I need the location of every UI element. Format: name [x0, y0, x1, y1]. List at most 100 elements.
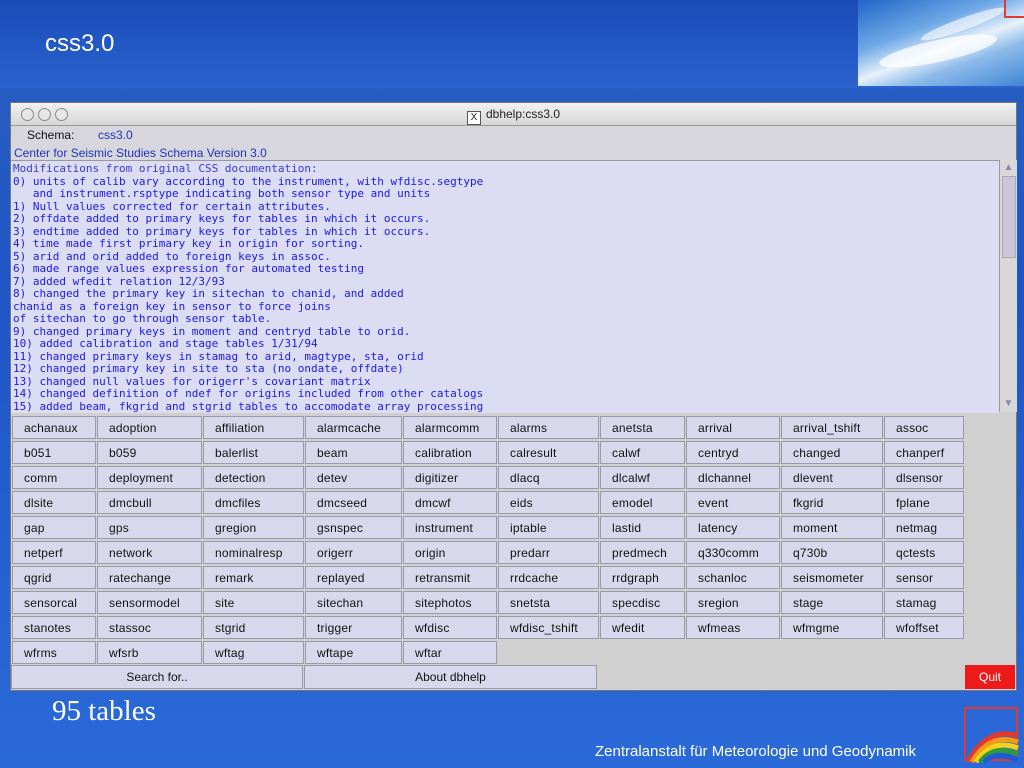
table-button-qgrid[interactable]: qgrid: [12, 566, 96, 589]
table-button-affiliation[interactable]: affiliation: [203, 416, 304, 439]
table-button-deployment[interactable]: deployment: [97, 466, 202, 489]
table-button-detev[interactable]: detev: [305, 466, 402, 489]
about-button[interactable]: About dbhelp: [304, 665, 597, 689]
table-button-nominalresp[interactable]: nominalresp: [203, 541, 304, 564]
table-button-alarmcomm[interactable]: alarmcomm: [403, 416, 497, 439]
table-button-gps[interactable]: gps: [97, 516, 202, 539]
table-button-trigger[interactable]: trigger: [305, 616, 402, 639]
table-button-wfsrb[interactable]: wfsrb: [97, 641, 202, 664]
table-button-sensormodel[interactable]: sensormodel: [97, 591, 202, 614]
table-button-calwf[interactable]: calwf: [600, 441, 685, 464]
table-button-instrument[interactable]: instrument: [403, 516, 497, 539]
table-button-replayed[interactable]: replayed: [305, 566, 402, 589]
search-button[interactable]: Search for..: [11, 665, 303, 689]
table-button-wfmgme[interactable]: wfmgme: [781, 616, 883, 639]
table-button-event[interactable]: event: [686, 491, 780, 514]
table-button-dlcalwf[interactable]: dlcalwf: [600, 466, 685, 489]
table-button-wfoffset[interactable]: wfoffset: [884, 616, 964, 639]
table-button-stassoc[interactable]: stassoc: [97, 616, 202, 639]
table-button-alarms[interactable]: alarms: [498, 416, 599, 439]
table-button-gap[interactable]: gap: [12, 516, 96, 539]
table-button-origerr[interactable]: origerr: [305, 541, 402, 564]
table-button-stanotes[interactable]: stanotes: [12, 616, 96, 639]
quit-button[interactable]: Quit: [965, 665, 1015, 689]
table-button-q730b[interactable]: q730b: [781, 541, 883, 564]
table-button-dmcbull[interactable]: dmcbull: [97, 491, 202, 514]
table-button-sensor[interactable]: sensor: [884, 566, 964, 589]
table-button-origin[interactable]: origin: [403, 541, 497, 564]
table-button-dlevent[interactable]: dlevent: [781, 466, 883, 489]
table-button-dmcwf[interactable]: dmcwf: [403, 491, 497, 514]
table-button-comm[interactable]: comm: [12, 466, 96, 489]
table-button-site[interactable]: site: [203, 591, 304, 614]
table-button-wfedit[interactable]: wfedit: [600, 616, 685, 639]
table-button-gregion[interactable]: gregion: [203, 516, 304, 539]
table-button-snetsta[interactable]: snetsta: [498, 591, 599, 614]
table-button-sitechan[interactable]: sitechan: [305, 591, 402, 614]
table-button-qctests[interactable]: qctests: [884, 541, 964, 564]
scroll-down-arrow-icon[interactable]: ▼: [1001, 397, 1016, 411]
table-button-detection[interactable]: detection: [203, 466, 304, 489]
table-button-fkgrid[interactable]: fkgrid: [781, 491, 883, 514]
table-button-emodel[interactable]: emodel: [600, 491, 685, 514]
table-button-dlsite[interactable]: dlsite: [12, 491, 96, 514]
table-button-beam[interactable]: beam: [305, 441, 402, 464]
table-button-wftar[interactable]: wftar: [403, 641, 497, 664]
table-button-rrdcache[interactable]: rrdcache: [498, 566, 599, 589]
table-button-centryd[interactable]: centryd: [686, 441, 780, 464]
table-button-specdisc[interactable]: specdisc: [600, 591, 685, 614]
scroll-up-arrow-icon[interactable]: ▲: [1001, 161, 1016, 175]
table-button-wfrms[interactable]: wfrms: [12, 641, 96, 664]
table-button-stage[interactable]: stage: [781, 591, 883, 614]
table-button-lastid[interactable]: lastid: [600, 516, 685, 539]
table-button-wfdisc[interactable]: wfdisc: [403, 616, 497, 639]
table-button-latency[interactable]: latency: [686, 516, 780, 539]
table-button-sregion[interactable]: sregion: [686, 591, 780, 614]
table-button-dlacq[interactable]: dlacq: [498, 466, 599, 489]
table-button-arrival_tshift[interactable]: arrival_tshift: [781, 416, 883, 439]
table-button-eids[interactable]: eids: [498, 491, 599, 514]
table-button-wftape[interactable]: wftape: [305, 641, 402, 664]
table-button-achanaux[interactable]: achanaux: [12, 416, 96, 439]
table-button-calibration[interactable]: calibration: [403, 441, 497, 464]
table-button-b051[interactable]: b051: [12, 441, 96, 464]
table-button-b059[interactable]: b059: [97, 441, 202, 464]
table-button-adoption[interactable]: adoption: [97, 416, 202, 439]
table-button-iptable[interactable]: iptable: [498, 516, 599, 539]
modifications-text[interactable]: Modifications from original CSS document…: [11, 160, 999, 413]
table-button-predmech[interactable]: predmech: [600, 541, 685, 564]
table-button-netmag[interactable]: netmag: [884, 516, 964, 539]
table-button-dlchannel[interactable]: dlchannel: [686, 466, 780, 489]
table-button-assoc[interactable]: assoc: [884, 416, 964, 439]
scrollbar-thumb[interactable]: [1002, 176, 1016, 258]
table-button-schanloc[interactable]: schanloc: [686, 566, 780, 589]
table-button-chanperf[interactable]: chanperf: [884, 441, 964, 464]
table-button-retransmit[interactable]: retransmit: [403, 566, 497, 589]
table-button-wfdisc_tshift[interactable]: wfdisc_tshift: [498, 616, 599, 639]
table-button-fplane[interactable]: fplane: [884, 491, 964, 514]
table-button-digitizer[interactable]: digitizer: [403, 466, 497, 489]
table-button-calresult[interactable]: calresult: [498, 441, 599, 464]
table-button-changed[interactable]: changed: [781, 441, 883, 464]
table-button-ratechange[interactable]: ratechange: [97, 566, 202, 589]
table-button-dmcseed[interactable]: dmcseed: [305, 491, 402, 514]
table-button-rrdgraph[interactable]: rrdgraph: [600, 566, 685, 589]
table-button-moment[interactable]: moment: [781, 516, 883, 539]
table-button-q330comm[interactable]: q330comm: [686, 541, 780, 564]
table-button-stamag[interactable]: stamag: [884, 591, 964, 614]
table-button-sensorcal[interactable]: sensorcal: [12, 591, 96, 614]
text-scrollbar[interactable]: ▲ ▼: [999, 160, 1017, 412]
table-button-gsnspec[interactable]: gsnspec: [305, 516, 402, 539]
table-button-stgrid[interactable]: stgrid: [203, 616, 304, 639]
table-button-sitephotos[interactable]: sitephotos: [403, 591, 497, 614]
table-button-arrival[interactable]: arrival: [686, 416, 780, 439]
table-button-predarr[interactable]: predarr: [498, 541, 599, 564]
table-button-wftag[interactable]: wftag: [203, 641, 304, 664]
table-button-balerlist[interactable]: balerlist: [203, 441, 304, 464]
table-button-dlsensor[interactable]: dlsensor: [884, 466, 964, 489]
table-button-anetsta[interactable]: anetsta: [600, 416, 685, 439]
table-button-network[interactable]: network: [97, 541, 202, 564]
table-button-netperf[interactable]: netperf: [12, 541, 96, 564]
table-button-remark[interactable]: remark: [203, 566, 304, 589]
table-button-alarmcache[interactable]: alarmcache: [305, 416, 402, 439]
